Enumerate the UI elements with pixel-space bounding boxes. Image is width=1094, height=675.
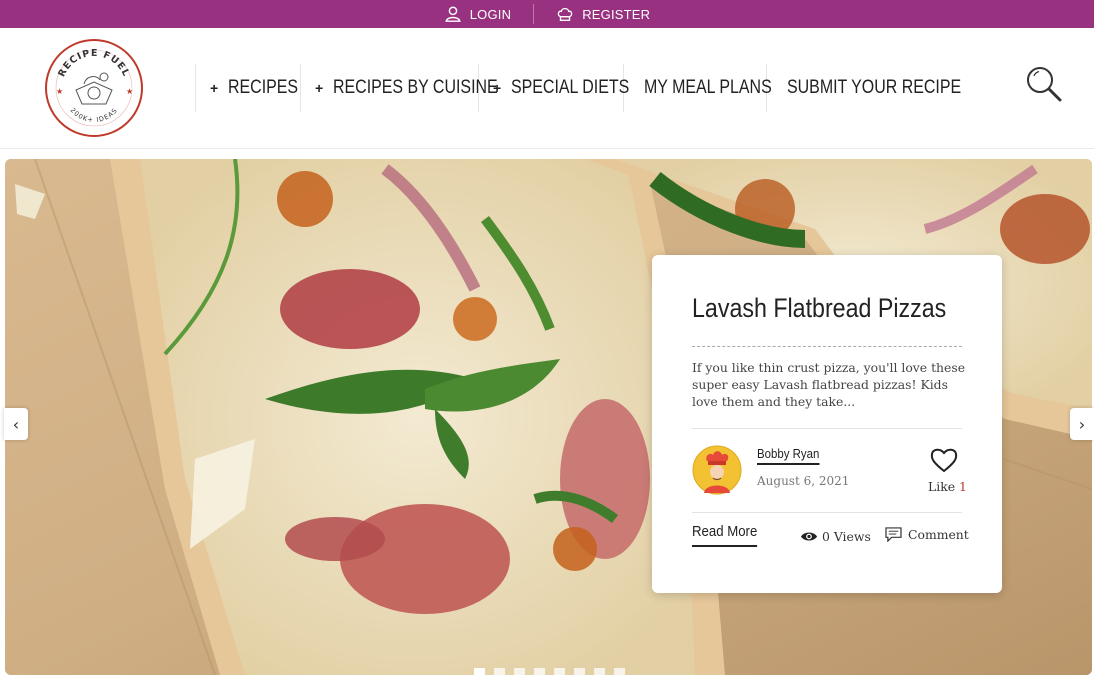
top-bar: LOGIN REGISTER	[0, 0, 1094, 28]
slider-dot[interactable]	[554, 668, 565, 675]
eye-icon	[800, 532, 818, 541]
search-icon	[1027, 67, 1062, 102]
nav-item-recipes-by-cuisine[interactable]: + RECIPES BY CUISINE	[300, 64, 498, 112]
login-label: LOGIN	[469, 6, 512, 22]
card-divider	[692, 512, 962, 513]
read-more-link[interactable]: Read More	[692, 523, 758, 547]
nav-item-special-diets[interactable]: + SPECIAL DIETS	[478, 64, 629, 112]
slider-dot[interactable]	[614, 668, 625, 675]
chevron-right-icon: ›	[1078, 414, 1086, 434]
slider-pagination	[474, 668, 625, 675]
author-name-link[interactable]: Bobby Ryan	[757, 446, 820, 465]
nav-label: SUBMIT YOUR RECIPE	[787, 77, 962, 98]
comment-label: Comment	[908, 527, 969, 542]
nav-label: RECIPES	[228, 77, 299, 98]
site-header: RECIPE FUEL 200K+ IDEAS ★ ★ + RECIPES + …	[0, 28, 1094, 149]
slider-dot[interactable]	[514, 668, 525, 675]
author-avatar[interactable]	[692, 445, 742, 495]
svg-text:★: ★	[126, 87, 133, 96]
chef-hat-icon	[557, 7, 573, 21]
nav-label: RECIPES BY CUISINE	[333, 77, 498, 98]
svg-text:★: ★	[56, 87, 63, 96]
comment-link[interactable]: Comment	[885, 527, 969, 542]
slider-dot[interactable]	[494, 668, 505, 675]
views-label: 0 Views	[822, 529, 871, 544]
nav-item-recipes[interactable]: + RECIPES	[195, 64, 300, 112]
slider-dot[interactable]	[474, 668, 485, 675]
like-button[interactable]	[930, 447, 958, 473]
user-icon	[445, 6, 461, 22]
heart-icon	[930, 448, 958, 473]
recipe-excerpt: If you like thin crust pizza, you'll lov…	[692, 360, 966, 409]
chef-avatar-icon	[692, 445, 742, 495]
like-count: 1	[959, 479, 967, 494]
chevron-left-icon: ‹	[12, 414, 20, 434]
slider-prev-button[interactable]: ‹	[4, 408, 28, 440]
logo-emblem: RECIPE FUEL 200K+ IDEAS ★ ★	[45, 39, 143, 137]
recipe-card: Lavash Flatbread Pizzas If you like thin…	[652, 255, 1002, 593]
like-label: Like 1	[928, 479, 967, 494]
nav-item-my-meal-plans[interactable]: MY MEAL PLANS	[623, 64, 772, 112]
card-divider	[692, 428, 962, 429]
register-label: REGISTER	[582, 6, 651, 22]
slider-dot[interactable]	[594, 668, 605, 675]
nav-label: SPECIAL DIETS	[511, 77, 630, 98]
nav-item-submit-your-recipe[interactable]: SUBMIT YOUR RECIPE	[766, 64, 961, 112]
title-divider	[692, 346, 962, 347]
publish-date: August 6, 2021	[757, 474, 850, 488]
slider-next-button[interactable]: ›	[1070, 408, 1094, 440]
register-link[interactable]: REGISTER	[534, 5, 672, 23]
search-button[interactable]	[1024, 64, 1064, 104]
site-logo[interactable]: RECIPE FUEL 200K+ IDEAS ★ ★	[44, 38, 144, 138]
expand-icon: +	[315, 80, 324, 96]
slider-dot[interactable]	[534, 668, 545, 675]
expand-icon: +	[210, 80, 219, 96]
recipe-title[interactable]: Lavash Flatbread Pizzas	[692, 293, 946, 324]
slider-dot[interactable]	[574, 668, 585, 675]
views-counter: 0 Views	[800, 529, 871, 544]
comment-icon	[885, 527, 902, 542]
login-link[interactable]: LOGIN	[422, 5, 533, 23]
nav-label: MY MEAL PLANS	[644, 77, 772, 98]
like-text: Like	[928, 479, 956, 494]
main-nav: + RECIPES + RECIPES BY CUISINE + SPECIAL…	[195, 64, 961, 112]
